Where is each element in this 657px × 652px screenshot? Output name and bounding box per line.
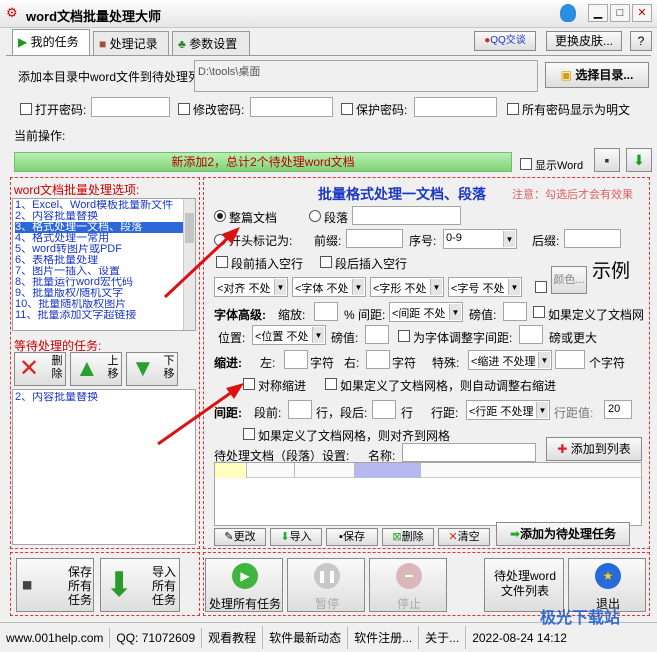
exit-runner-icon: ★ [595, 563, 621, 589]
play-icon: ▶ [232, 563, 258, 589]
floppy-icon: ▪ [21, 566, 34, 604]
stop-icon: ━ [396, 563, 422, 589]
datetime: 2022-08-24 14:12 [472, 630, 567, 645]
import-all-button[interactable]: ⬇ 导入所有任务 [100, 558, 180, 612]
save-all-button[interactable]: ▪ 保存所有任务 [16, 558, 94, 612]
tutorial-link[interactable]: 观看教程 [202, 626, 264, 649]
pause-icon: ❚❚ [314, 563, 340, 589]
site-link[interactable]: www.001help.com [0, 627, 111, 648]
download-icon: ⬇ [105, 566, 134, 604]
qq-number: QQ: 71072609 [110, 627, 203, 648]
process-all-button[interactable]: ▶ 处理所有任务 [205, 558, 283, 612]
register-link[interactable]: 软件注册... [348, 626, 420, 649]
stop-button[interactable]: ━ 停止 [369, 558, 447, 612]
pause-button[interactable]: ❚❚ 暂停 [287, 558, 365, 612]
watermark: 极光下载站 [540, 610, 621, 627]
news-link[interactable]: 软件最新动态 [263, 626, 349, 649]
about-link[interactable]: 关于... [419, 626, 467, 649]
